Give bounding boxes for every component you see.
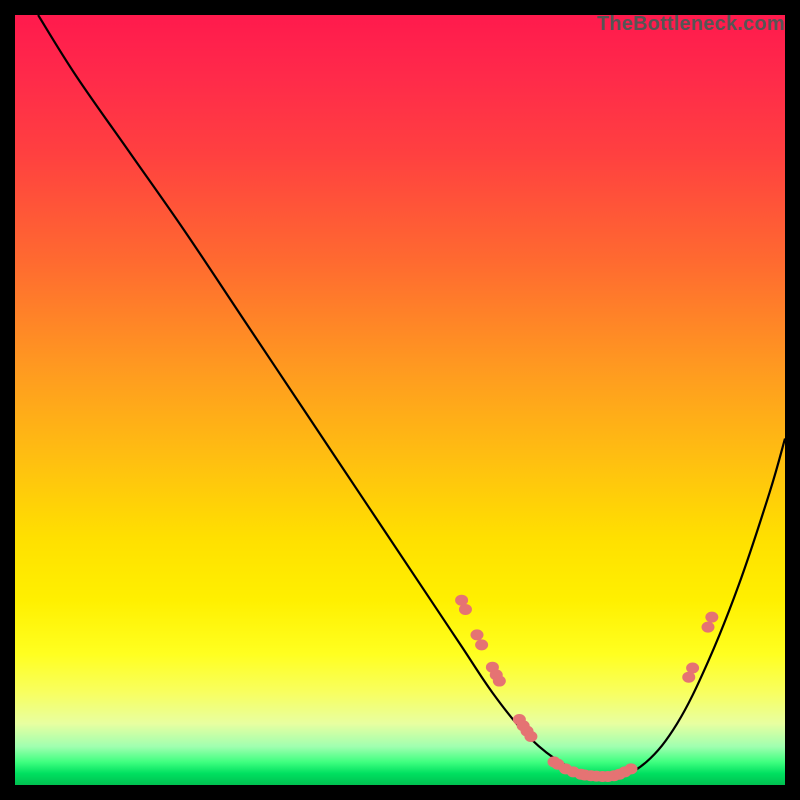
data-marker — [625, 763, 638, 774]
chart-frame: TheBottleneck.com — [15, 15, 785, 785]
data-marker — [475, 639, 488, 650]
data-marker — [524, 731, 537, 742]
data-marker — [686, 662, 699, 673]
data-marker — [471, 629, 484, 640]
data-marker — [702, 622, 715, 633]
data-marker — [493, 676, 506, 687]
data-markers — [455, 595, 718, 782]
bottleneck-curve-line — [38, 15, 785, 778]
bottleneck-chart — [15, 15, 785, 785]
data-marker — [459, 604, 472, 615]
data-marker — [705, 612, 718, 623]
